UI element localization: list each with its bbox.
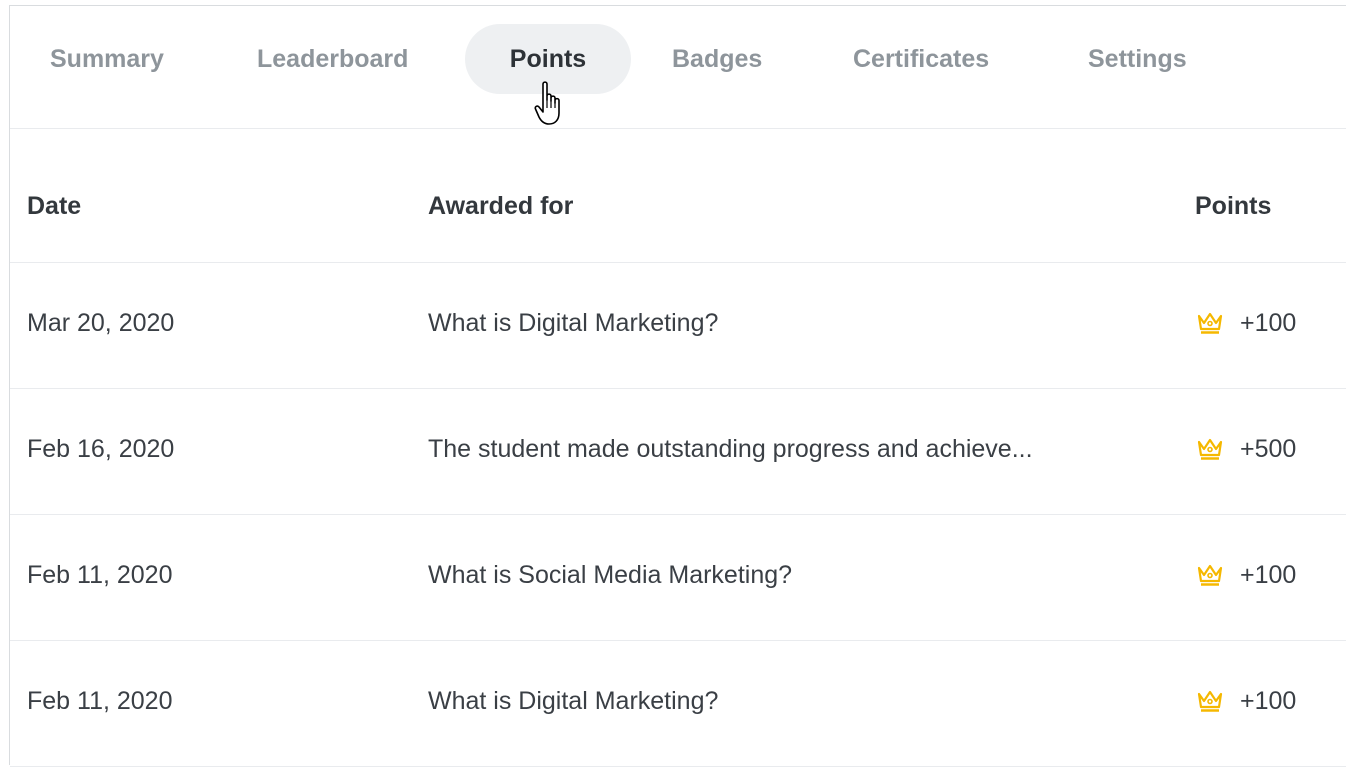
hand-pointer-cursor-icon	[534, 81, 560, 125]
tab-settings[interactable]: Settings	[1088, 24, 1187, 94]
table-header: Date Awarded for Points	[10, 166, 1346, 263]
crown-icon	[1197, 438, 1223, 460]
row-points: +100	[1196, 306, 1296, 340]
row-points: +100	[1196, 684, 1296, 718]
table-row: Feb 11, 2020 What is Social Media Market…	[10, 515, 1346, 641]
row-awarded-for: What is Digital Marketing?	[428, 309, 719, 337]
points-value: +500	[1240, 434, 1297, 463]
tab-leaderboard[interactable]: Leaderboard	[257, 24, 408, 94]
tab-certificates[interactable]: Certificates	[853, 24, 989, 94]
row-points: +100	[1196, 558, 1296, 592]
row-date: Mar 20, 2020	[27, 309, 175, 337]
column-header-awarded-for[interactable]: Awarded for	[428, 192, 1153, 221]
crown-icon	[1197, 690, 1223, 712]
table-row: Feb 16, 2020 The student made outstandin…	[10, 389, 1346, 515]
points-value: +100	[1240, 308, 1297, 337]
row-date: Feb 16, 2020	[27, 435, 175, 463]
column-header-points[interactable]: Points	[1195, 192, 1271, 221]
row-awarded-for: What is Social Media Marketing?	[428, 561, 793, 589]
points-value: +100	[1240, 686, 1297, 715]
tab-summary[interactable]: Summary	[50, 24, 164, 94]
row-awarded-for: The student made outstanding progress an…	[428, 435, 1033, 463]
row-date: Feb 11, 2020	[27, 687, 173, 715]
table-row: Mar 20, 2020 What is Digital Marketing? …	[10, 263, 1346, 389]
points-value: +100	[1240, 560, 1297, 589]
row-awarded-for: What is Digital Marketing?	[428, 687, 719, 715]
table-row: Feb 11, 2020 What is Digital Marketing? …	[10, 641, 1346, 767]
points-panel: Summary Leaderboard Points Badges Certif…	[9, 5, 1346, 767]
row-points: +500	[1196, 432, 1296, 466]
crown-icon	[1197, 312, 1223, 334]
points-table: Date Awarded for Points Mar 20, 2020 Wha…	[10, 166, 1346, 767]
crown-icon	[1197, 564, 1223, 586]
column-header-date[interactable]: Date	[27, 192, 81, 221]
row-date: Feb 11, 2020	[27, 561, 173, 589]
tab-badges[interactable]: Badges	[672, 24, 762, 94]
tab-bar: Summary Leaderboard Points Badges Certif…	[10, 6, 1346, 129]
